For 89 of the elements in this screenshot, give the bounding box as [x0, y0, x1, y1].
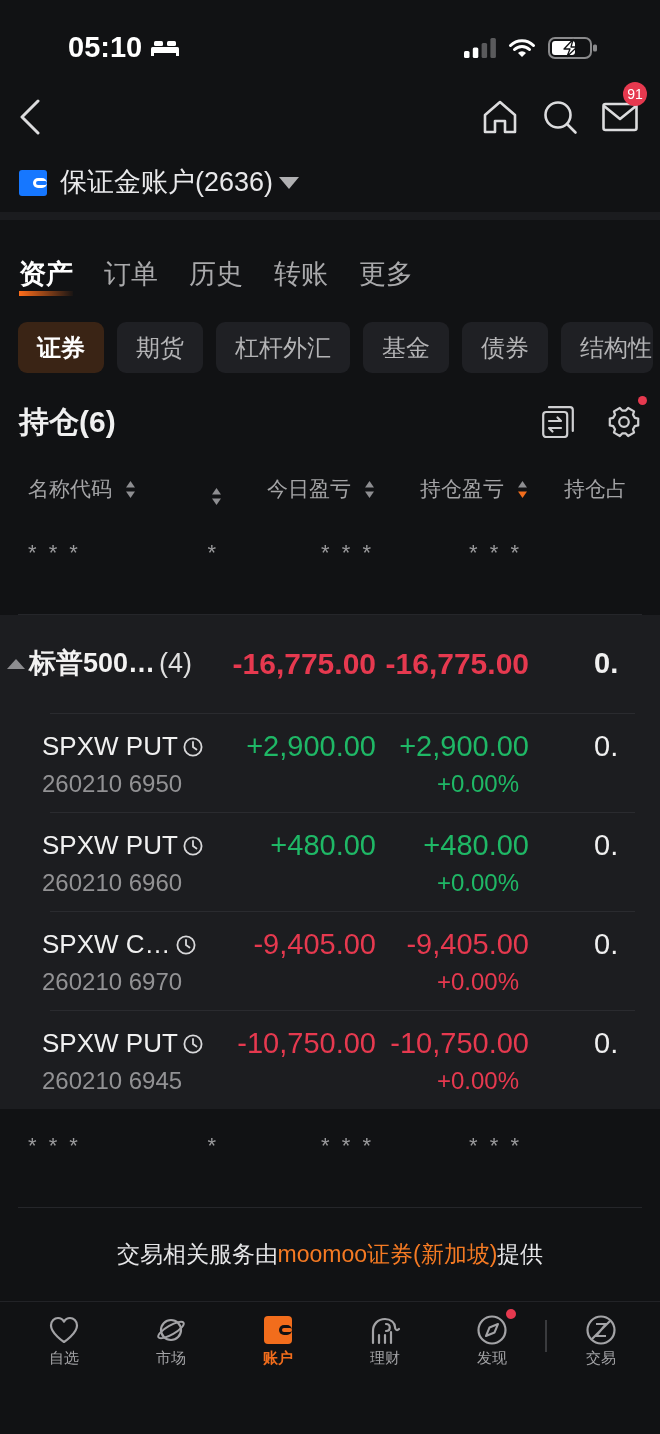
masked-value: * [207, 543, 220, 563]
tab-bar-item[interactable]: 自选 [38, 1307, 89, 1367]
column-header[interactable]: 名称代码 [28, 476, 136, 502]
today-pl: -9,405.00 [253, 928, 377, 962]
wallet-icon [19, 170, 47, 196]
section-title: 持仓(6) [19, 404, 116, 440]
sort-icon[interactable] [211, 486, 222, 506]
masked-value: * [207, 1136, 220, 1156]
column-header[interactable]: 持仓占 [530, 476, 627, 502]
tab-bar-item[interactable]: 账户 [252, 1307, 303, 1367]
total-pl: -16,775.00 [385, 646, 530, 682]
signal-icon [464, 37, 496, 58]
search-icon[interactable] [542, 99, 578, 135]
service-notice: 交易相关服务由moomoo证券(新加坡)提供 [116, 1240, 544, 1269]
settings-icon[interactable] [608, 406, 640, 438]
tab[interactable]: 更多 [359, 258, 413, 296]
collapse-triangle-icon[interactable] [7, 659, 25, 669]
option-code: 260210 6945 [42, 1067, 183, 1095]
group-name: 标普500… [29, 648, 156, 680]
sort-icon[interactable] [125, 479, 136, 499]
tab-bar-item[interactable]: 发现 [466, 1307, 517, 1367]
caret-icon[interactable] [279, 177, 300, 189]
filter-chip[interactable]: 基金 [363, 322, 449, 373]
filter-chip[interactable]: 期货 [117, 322, 203, 373]
position-ratio: 0. [594, 928, 619, 962]
tab[interactable]: 订单 [104, 258, 158, 296]
today-pl: -16,775.00 [232, 646, 377, 682]
tab[interactable]: 资产 [19, 258, 73, 296]
position-name: SPXW PUT [42, 732, 178, 762]
status-time: 05:10 [68, 31, 143, 64]
z-circle-icon [584, 1314, 617, 1346]
wallet-icon [261, 1314, 294, 1346]
tab[interactable]: 转账 [274, 258, 328, 296]
position-ratio: 0. [594, 829, 619, 863]
broker-link[interactable]: moomoo证券(新加坡) [277, 1240, 498, 1267]
masked-value: * * * [321, 1136, 375, 1156]
filter-chip[interactable]: 结构性 [561, 322, 653, 373]
total-pl: +2,900.00 [399, 730, 530, 764]
masked-value: * * * [469, 543, 523, 563]
group-count: (4) [159, 648, 193, 680]
position-name: SPXW PUT [42, 1029, 178, 1059]
total-pl: -10,750.00 [390, 1027, 530, 1061]
today-pl: +2,900.00 [246, 730, 377, 764]
account-selector[interactable]: 保证金账户(2636) [60, 167, 274, 199]
back-icon[interactable] [19, 99, 41, 135]
position-ratio: 0. [594, 647, 619, 681]
option-code: 260210 6970 [42, 968, 183, 996]
bed-icon [151, 39, 180, 56]
clock-icon [175, 935, 196, 955]
sort-icon[interactable] [517, 479, 528, 499]
today-pl: +480.00 [270, 829, 377, 863]
tab-bar-item[interactable]: 市场 [145, 1307, 196, 1367]
column-header[interactable]: 持仓盈亏 [420, 476, 530, 502]
tab[interactable]: 历史 [189, 258, 243, 296]
masked-value: * * * [321, 543, 375, 563]
total-pl: -9,405.00 [406, 928, 530, 962]
heart-icon [47, 1314, 80, 1346]
filter-chip[interactable]: 证券 [18, 322, 104, 373]
total-pl: +480.00 [423, 829, 530, 863]
option-code: 260210 6960 [42, 869, 183, 897]
position-ratio: 0. [594, 730, 619, 764]
filter-chip[interactable]: 债券 [462, 322, 548, 373]
masked-value: * * * [469, 1136, 523, 1156]
tab-bar-item[interactable]: 交易 [575, 1307, 626, 1367]
masked-value: * * * [28, 1136, 82, 1156]
notification-badge: 91 [623, 82, 647, 106]
sort-icon[interactable] [364, 479, 375, 499]
wifi-icon [508, 37, 536, 58]
position-ratio: 0. [594, 1027, 619, 1061]
column-header[interactable]: 今日盈亏 [267, 476, 377, 502]
today-pl: -10,750.00 [237, 1027, 377, 1061]
position-name: SPXW C… [42, 930, 171, 960]
option-code: 260210 6950 [42, 770, 183, 798]
compass-icon [475, 1314, 508, 1346]
clock-icon [182, 737, 203, 757]
filter-chip[interactable]: 杠杆外汇 [216, 322, 350, 373]
document-arrows-icon[interactable] [542, 406, 574, 438]
clock-icon [182, 1034, 203, 1054]
mail-icon[interactable] [602, 102, 638, 132]
tab-bar-item[interactable]: 理财 [359, 1307, 410, 1367]
clock-icon [182, 836, 203, 856]
position-name: SPXW PUT [42, 831, 178, 861]
total-pl-percent: +0.00% [436, 968, 519, 996]
total-pl-percent: +0.00% [436, 869, 519, 897]
battery-charging-icon [548, 36, 598, 59]
home-icon[interactable] [482, 99, 518, 135]
total-pl-percent: +0.00% [436, 1067, 519, 1095]
masked-value: * * * [28, 543, 82, 563]
total-pl-percent: +0.00% [436, 770, 519, 798]
